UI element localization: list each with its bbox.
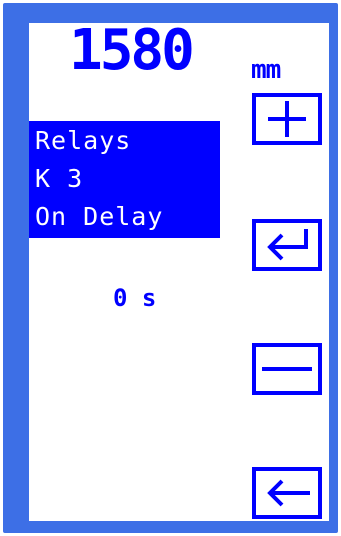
menu-line-category: Relays	[35, 126, 132, 155]
minus-key[interactable]	[252, 343, 322, 395]
back-arrow-icon	[267, 479, 310, 507]
plus-key[interactable]	[252, 93, 322, 145]
measured-value: 1580	[69, 18, 195, 83]
back-key[interactable]	[252, 467, 322, 519]
parameter-value: 0 s	[113, 284, 157, 312]
menu-line-relay: K 3	[35, 164, 84, 193]
enter-icon	[267, 229, 308, 261]
plus-icon	[268, 101, 306, 137]
lcd-screen: 1580 mm Relays K 3 On Delay 0 s	[29, 18, 329, 521]
menu-path-box: Relays K 3 On Delay	[29, 121, 220, 238]
unit-label: mm	[251, 55, 281, 85]
display-frame: 1580 mm Relays K 3 On Delay 0 s	[3, 3, 338, 533]
enter-key[interactable]	[252, 219, 322, 271]
menu-line-parameter: On Delay	[35, 202, 164, 231]
minus-icon	[262, 367, 312, 371]
device-display: 1580 mm Relays K 3 On Delay 0 s	[0, 0, 341, 536]
